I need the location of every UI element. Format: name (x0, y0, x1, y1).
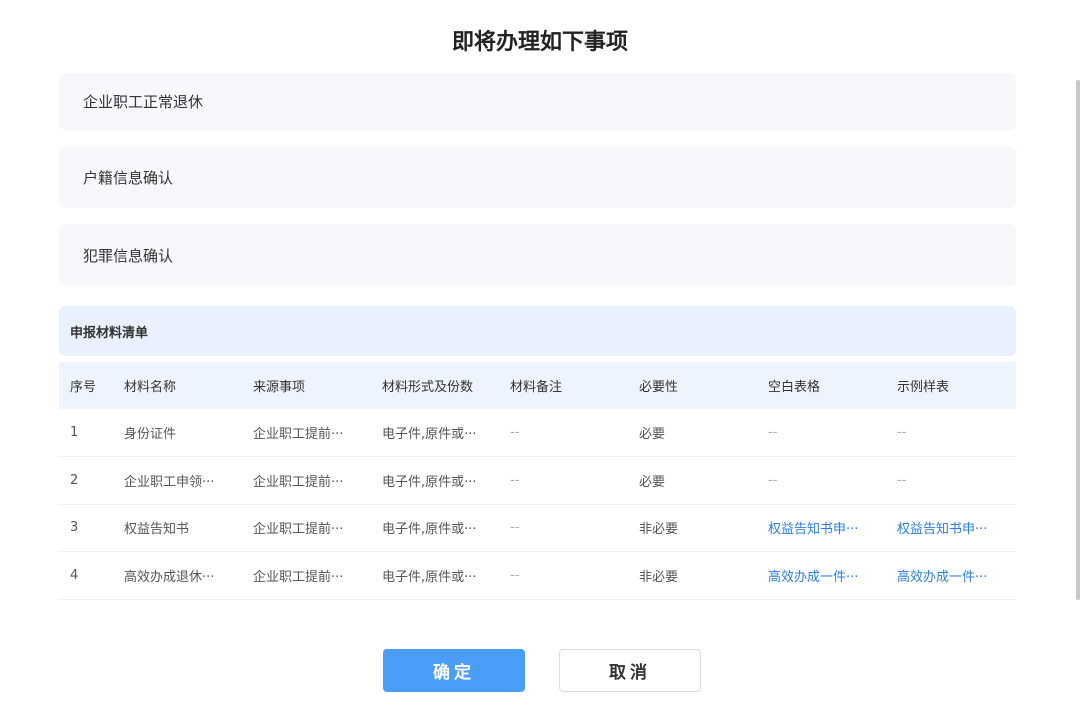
page-title: 即将办理如下事项 (451, 30, 628, 55)
col-header-source: 来源事项 (253, 380, 306, 395)
cell-source: 企业职工提前··· (253, 522, 344, 538)
cell-source: 企业职工提前··· (253, 474, 344, 490)
materials-list-title: 申报材料清单 (59, 306, 1016, 356)
matter-item-2[interactable]: 户籍信息确认 (59, 147, 1016, 208)
cell-material-name: 企业职工申领··· (124, 474, 215, 490)
cell-blank-form: -- (768, 425, 778, 440)
cell-sample: -- (897, 472, 907, 488)
cell-remark: -- (510, 425, 520, 440)
cell-remark: -- (510, 472, 520, 488)
cell-blank-form: -- (768, 472, 778, 488)
cell-necessity: 必要 (639, 427, 666, 442)
cell-index: 4 (70, 567, 79, 583)
cell-remark: -- (510, 567, 520, 583)
matter-item-3[interactable]: 犯罪信息确认 (59, 224, 1016, 286)
sample-form-link[interactable]: 权益告知书申··· (886, 504, 1016, 552)
col-header-blank-form: 空白表格 (768, 380, 821, 395)
table-row: 1 身份证件 企业职工提前··· 电子件,原件或··· -- 必要 -- -- (59, 409, 1016, 457)
cell-material-name: 权益告知书 (124, 522, 190, 538)
cell-index: 3 (70, 520, 79, 536)
cell-material-name: 身份证件 (124, 427, 177, 442)
col-header-sample: 示例样表 (897, 380, 950, 395)
table-row: 3 权益告知书 企业职工提前··· 电子件,原件或··· -- 非必要 权益告知… (59, 504, 1016, 552)
cell-form: 电子件,原件或··· (382, 474, 477, 490)
cell-form: 电子件,原件或··· (382, 522, 477, 538)
cell-necessity: 必要 (639, 474, 666, 490)
cell-remark: -- (510, 520, 520, 536)
matter-item-1[interactable]: 企业职工正常退休 (59, 73, 1016, 130)
col-header-necessity: 必要性 (639, 380, 679, 395)
cancel-button[interactable]: 取消 (559, 649, 701, 692)
cell-index: 2 (70, 472, 79, 488)
cell-form: 电子件,原件或··· (382, 569, 477, 585)
cell-necessity: 非必要 (639, 522, 679, 538)
scrollbar[interactable] (1076, 80, 1080, 600)
table-row: 4 高效办成退休··· 企业职工提前··· 电子件,原件或··· -- 非必要 … (59, 552, 1016, 600)
table-row: 2 企业职工申领··· 企业职工提前··· 电子件,原件或··· -- 必要 -… (59, 457, 1016, 504)
blank-form-link[interactable]: 权益告知书申··· (757, 504, 886, 552)
cell-necessity: 非必要 (639, 569, 679, 585)
cell-source: 企业职工提前··· (253, 569, 344, 585)
cell-form: 电子件,原件或··· (382, 427, 477, 442)
col-header-form: 材料形式及份数 (382, 380, 474, 395)
blank-form-link[interactable]: 高效办成一件··· (757, 552, 886, 600)
cell-source: 企业职工提前··· (253, 427, 344, 442)
col-header-index: 序号 (70, 380, 97, 395)
cell-sample: -- (897, 425, 907, 440)
col-header-material-name: 材料名称 (124, 380, 177, 395)
cell-material-name: 高效办成退休··· (124, 569, 215, 585)
materials-table: 序号 材料名称 来源事项 材料形式及份数 材料备注 必要性 空白表格 示例样表 … (59, 362, 1016, 600)
sample-form-link[interactable]: 高效办成一件··· (886, 552, 1016, 600)
cell-index: 1 (70, 425, 79, 440)
col-header-remark: 材料备注 (510, 380, 563, 395)
confirm-button[interactable]: 确定 (383, 649, 525, 692)
table-header-row: 序号 材料名称 来源事项 材料形式及份数 材料备注 必要性 空白表格 示例样表 (59, 362, 1016, 409)
